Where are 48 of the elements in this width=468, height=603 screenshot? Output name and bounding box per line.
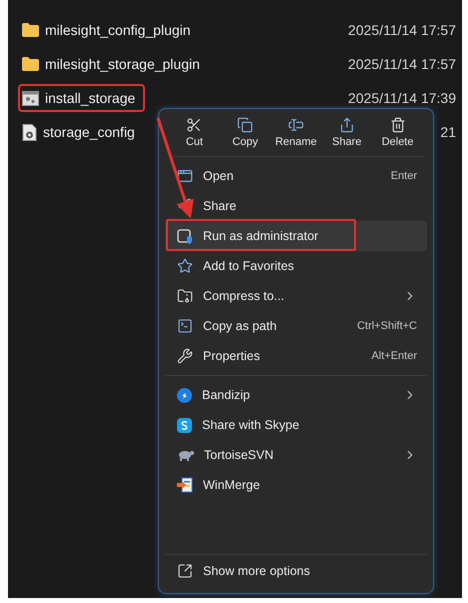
- shortcut-text: Alt+Enter: [371, 350, 417, 362]
- menu-item[interactable]: WinMerge: [165, 470, 427, 500]
- scissors-icon: [186, 117, 202, 133]
- menu-item[interactable]: Properties Alt+Enter: [165, 341, 427, 371]
- menu-item[interactable]: Bandizip: [165, 380, 427, 410]
- menu-action-button[interactable]: Cut: [169, 115, 220, 150]
- trash-icon: [390, 117, 406, 133]
- path-icon: [177, 318, 193, 334]
- folder-icon: [22, 23, 39, 37]
- share-icon: [338, 117, 355, 133]
- rename-icon: [288, 117, 304, 133]
- menu-item[interactable]: Share with Skype: [165, 410, 427, 440]
- shortcut-text: Ctrl+Shift+C: [357, 320, 417, 332]
- gear-file-icon: [22, 90, 39, 106]
- merge-app-icon: [177, 477, 193, 493]
- shield-window-icon: [177, 228, 193, 244]
- shortcut-text: Enter: [390, 170, 417, 182]
- file-item[interactable]: milesight_config_plugin: [20, 18, 199, 42]
- menu-action-button[interactable]: Share: [321, 115, 372, 150]
- date-text: 2025/11/14 17:39: [348, 90, 456, 106]
- menu-action-button[interactable]: Rename: [270, 115, 322, 150]
- expand-icon: [177, 563, 193, 579]
- menu-action-button[interactable]: Delete: [372, 115, 423, 150]
- copy-icon: [237, 117, 254, 133]
- turtle-icon: [177, 448, 194, 462]
- circle-app-icon: [177, 388, 192, 402]
- date-text: 2025/11/14 17:57: [348, 56, 456, 72]
- menu-item[interactable]: Add to Favorites: [165, 251, 427, 281]
- menu-item[interactable]: Run as administrator: [165, 221, 427, 251]
- menu-item[interactable]: Compress to...: [165, 281, 427, 311]
- menu-item[interactable]: Copy as path Ctrl+Shift+C: [165, 311, 427, 341]
- window-icon: [177, 168, 193, 184]
- menu-item[interactable]: Share: [165, 191, 427, 221]
- wrench-icon: [177, 348, 193, 364]
- gear-document-icon: [22, 124, 37, 140]
- archive-folder-icon: [177, 288, 193, 304]
- star-icon: [177, 258, 193, 274]
- file-item[interactable]: storage_config: [20, 120, 143, 144]
- date-text: 21: [440, 124, 456, 140]
- file-item[interactable]: milesight_storage_plugin: [20, 52, 208, 76]
- menu-item[interactable]: TortoiseSVN: [165, 440, 427, 470]
- chat-app-icon: [177, 418, 192, 432]
- menu-action-button[interactable]: Copy: [220, 115, 271, 150]
- file-item[interactable]: install_storage: [20, 86, 144, 110]
- date-text: 2025/11/14 17:57: [348, 22, 456, 38]
- folder-icon: [22, 57, 39, 71]
- menu-item[interactable]: Show more options: [165, 554, 427, 587]
- menu-item[interactable]: Open Enter: [165, 161, 427, 191]
